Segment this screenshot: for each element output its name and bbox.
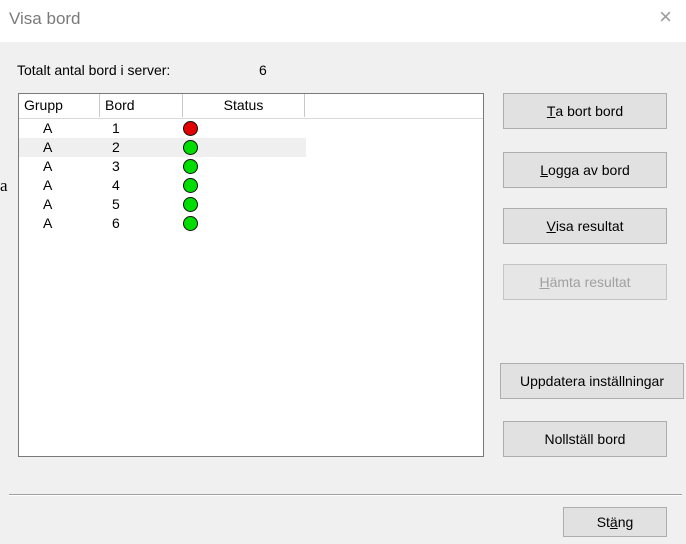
cell-bord: 4 — [112, 177, 120, 193]
mnemonic: V — [546, 218, 556, 234]
cell-bord: 5 — [112, 196, 120, 212]
total-tables-label: Totalt antal bord i server: — [17, 62, 171, 78]
cell-bord: 1 — [112, 120, 120, 136]
reset-table-button[interactable]: Nollställ bord — [503, 421, 667, 457]
button-label: Uppdatera inställningar — [520, 373, 664, 389]
stray-text: a — [0, 176, 8, 195]
cell-grupp: A — [43, 215, 53, 231]
cell-bord: 3 — [112, 158, 120, 174]
button-label: Nollställ bord — [544, 431, 626, 447]
show-results-button[interactable]: Visa resultat — [503, 208, 667, 244]
cell-bord: 2 — [112, 139, 120, 155]
button-label: St — [596, 514, 610, 530]
column-header-bord[interactable]: Bord — [100, 94, 183, 117]
cell-grupp: A — [43, 196, 53, 212]
column-header-grupp[interactable]: Grupp — [19, 94, 100, 117]
button-label: ng — [617, 514, 634, 530]
button-label: ämta resultat — [549, 274, 631, 290]
close-icon[interactable]: × — [659, 6, 672, 28]
cell-grupp: A — [43, 120, 53, 136]
window-title: Visa bord — [9, 9, 81, 28]
cell-grupp: A — [43, 158, 53, 174]
logout-table-button[interactable]: Logga av bord — [503, 152, 667, 188]
mnemonic: ä — [609, 514, 618, 530]
table-row[interactable]: A 5 — [19, 195, 483, 214]
mnemonic: L — [540, 162, 549, 178]
status-red-icon — [182, 121, 199, 139]
button-label: a bort bord — [555, 103, 624, 119]
table-row[interactable]: A 3 — [19, 157, 483, 176]
total-tables-value: 6 — [259, 62, 267, 78]
divider — [9, 494, 682, 496]
table-row[interactable]: A 4 — [19, 176, 483, 195]
title-bar: Visa bord × — [0, 0, 686, 42]
listview-header: Grupp Bord Status — [19, 94, 483, 119]
status-green-icon — [183, 159, 198, 174]
tables-listview[interactable]: Grupp Bord Status A 1 A 2 A 3 A 4 A 5 A … — [18, 93, 484, 457]
status-green-icon — [183, 178, 198, 193]
table-row[interactable]: A 1 — [19, 119, 483, 139]
cell-grupp: A — [43, 139, 53, 155]
mnemonic: T — [546, 103, 556, 119]
table-row[interactable]: A 2 — [19, 138, 306, 157]
button-label: ogga av bord — [548, 162, 630, 178]
remove-table-button[interactable]: Ta bort bord — [503, 93, 667, 129]
button-label: isa resultat — [555, 218, 624, 234]
status-green-icon — [183, 140, 198, 155]
update-settings-button[interactable]: Uppdatera inställningar — [500, 363, 684, 399]
mnemonic: H — [539, 274, 550, 290]
cell-grupp: A — [43, 177, 53, 193]
table-row[interactable]: A 6 — [19, 214, 483, 233]
column-header-status[interactable]: Status — [183, 94, 305, 117]
cell-bord: 6 — [112, 215, 120, 231]
fetch-results-button[interactable]: Hämta resultat — [503, 264, 667, 300]
status-green-icon — [183, 197, 198, 212]
listview-body: A 1 A 2 A 3 A 4 A 5 A 6 — [19, 119, 483, 233]
status-green-icon — [183, 216, 198, 231]
close-button[interactable]: St ä ng — [563, 507, 667, 537]
